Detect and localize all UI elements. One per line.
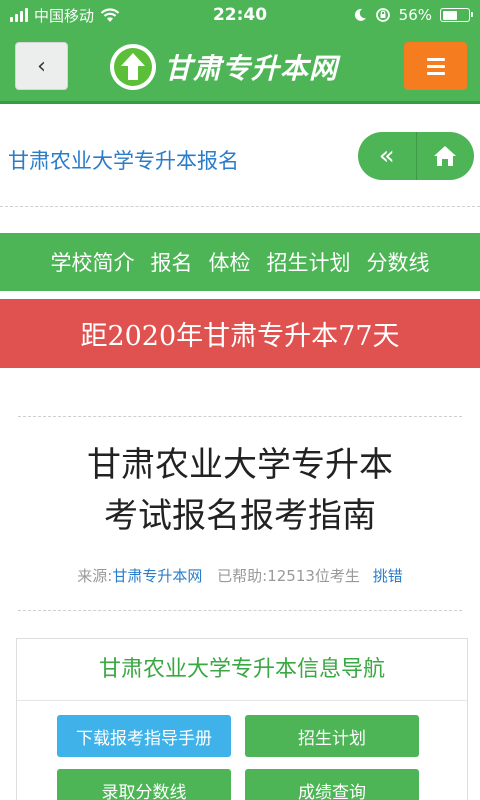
divider — [18, 610, 462, 611]
category-nav: 学校简介 报名 体检 招生计划 分数线 — [0, 233, 480, 291]
nav-item-enrollment-plan[interactable]: 招生计划 — [259, 247, 359, 277]
enrollment-plan-button[interactable]: 招生计划 — [245, 715, 419, 757]
battery-fill — [442, 10, 457, 20]
divider — [18, 416, 462, 417]
app-header: ‹ 甘肃专升本网 — [0, 30, 480, 104]
battery-percent: 56% — [398, 6, 432, 24]
menu-button[interactable] — [404, 42, 467, 90]
battery-icon — [440, 8, 473, 22]
home-icon — [434, 146, 457, 166]
sub-header: 甘肃农业大学专升本报名 « — [0, 107, 480, 207]
admission-score-button[interactable]: 录取分数线 — [57, 769, 231, 800]
nav-pill: « — [358, 132, 474, 180]
info-nav-grid: 下载报考指导手册 招生计划 录取分数线 成绩查询 — [57, 715, 419, 800]
article-meta: 来源:甘肃专升本网 已帮助:12513位考生 挑错 — [0, 565, 480, 586]
site-logo[interactable]: 甘肃专升本网 — [110, 40, 338, 94]
status-right: 56% — [353, 0, 473, 30]
hamburger-icon — [426, 57, 445, 75]
back-button[interactable]: ‹ — [15, 42, 68, 90]
moon-icon — [354, 8, 366, 21]
nav-item-school-intro[interactable]: 学校简介 — [43, 247, 143, 277]
nav-item-medical-exam[interactable]: 体检 — [201, 247, 259, 277]
double-chevron-left-icon: « — [378, 141, 395, 171]
page-title[interactable]: 甘肃农业大学专升本报名 — [8, 145, 239, 175]
info-nav-title: 甘肃农业大学专升本信息导航 — [17, 639, 467, 701]
rotation-lock-icon — [375, 8, 390, 22]
nav-item-registration[interactable]: 报名 — [143, 247, 201, 277]
helped-count: 已帮助:12513位考生 — [217, 567, 360, 585]
prev-button[interactable]: « — [358, 132, 416, 180]
download-guide-button[interactable]: 下载报考指导手册 — [57, 715, 231, 757]
source-label: 来源: — [77, 567, 113, 585]
article-title: 甘肃农业大学专升本 考试报名报考指南 — [20, 440, 460, 542]
nav-item-score-line[interactable]: 分数线 — [359, 247, 438, 277]
countdown-banner: 距2020年甘肃专升本77天 — [0, 299, 480, 368]
home-button[interactable] — [415, 132, 475, 180]
report-error-link[interactable]: 挑错 — [373, 567, 403, 585]
info-nav-box: 甘肃农业大学专升本信息导航 下载报考指导手册 招生计划 录取分数线 成绩查询 — [16, 638, 468, 800]
article-title-line2: 考试报名报考指南 — [104, 496, 376, 536]
logo-text: 甘肃专升本网 — [164, 52, 339, 85]
source-link[interactable]: 甘肃专升本网 — [112, 567, 202, 585]
article-title-line1: 甘肃农业大学专升本 — [87, 445, 393, 485]
chevron-left-icon: ‹ — [37, 53, 46, 79]
score-query-button[interactable]: 成绩查询 — [245, 769, 419, 800]
up-arrow-icon — [110, 44, 156, 90]
status-bar: 中国移动 22:40 56% — [0, 0, 480, 30]
